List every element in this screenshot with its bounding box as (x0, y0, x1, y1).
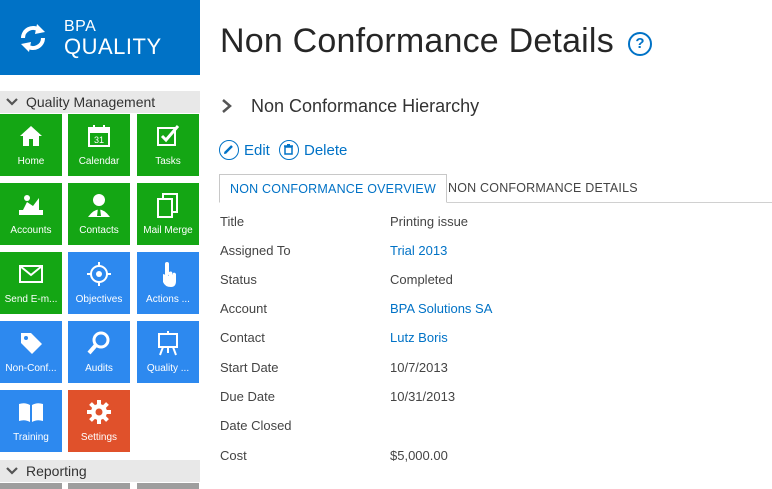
field-row: Date Closed (220, 415, 770, 437)
tile-training[interactable]: Training (0, 390, 62, 452)
tile-label: Tasks (155, 156, 181, 167)
assigned-to-link[interactable]: Trial 2013 (390, 243, 447, 258)
field-label: Due Date (220, 389, 275, 404)
section-quality-management[interactable]: Quality Management (0, 91, 200, 113)
section-label: Reporting (26, 463, 87, 479)
field-label: Start Date (220, 360, 279, 375)
target-icon (87, 262, 111, 286)
tile-settings[interactable]: Settings (68, 390, 130, 452)
tile-report[interactable] (137, 483, 199, 489)
tile-label: Training (13, 432, 49, 443)
refresh-arrows-icon (21, 24, 45, 52)
help-icon[interactable]: ? (628, 32, 652, 56)
tile-label: Actions ... (146, 294, 190, 305)
tile-tasks[interactable]: Tasks (137, 114, 199, 176)
trash-icon (279, 140, 299, 160)
tile-send-email[interactable]: Send E-m... (0, 252, 62, 314)
tile-label: Calendar (78, 156, 120, 167)
tile-label: Quality ... (146, 363, 190, 374)
tile-objectives[interactable]: Objectives (68, 252, 130, 314)
tile-contacts[interactable]: Contacts (68, 183, 130, 245)
tile-audits[interactable]: Audits (68, 321, 130, 383)
home-icon (20, 126, 42, 146)
tasks-icon (157, 125, 180, 146)
book-icon (19, 403, 43, 422)
tile-mail-merge[interactable]: Mail Merge (137, 183, 199, 245)
tile-label: Send E-m... (4, 294, 58, 305)
easel-icon (158, 331, 178, 356)
field-row: Due Date 10/31/2013 (220, 386, 770, 408)
pencil-icon (219, 140, 239, 160)
field-value: $5,000.00 (390, 448, 448, 463)
tile-label: Accounts (10, 225, 52, 236)
tab-overview[interactable]: NON CONFORMANCE OVERVIEW (219, 174, 447, 203)
svg-text:31: 31 (94, 135, 104, 145)
chevron-right-icon (222, 99, 232, 113)
field-label: Cost (220, 448, 247, 463)
envelope-icon (19, 265, 43, 283)
field-row: Start Date 10/7/2013 (220, 357, 770, 379)
tile-actions[interactable]: Actions ... (137, 252, 199, 314)
tile-label: Settings (80, 432, 118, 443)
tile-label: Objectives (75, 294, 123, 305)
tab-details[interactable]: NON CONFORMANCE DETAILS (438, 174, 648, 203)
field-row: Assigned To Trial 2013 (220, 240, 770, 262)
field-label: Date Closed (220, 418, 292, 433)
section-label: Quality Management (26, 94, 156, 110)
accounts-icon (19, 195, 43, 215)
field-label: Account (220, 301, 267, 316)
field-row: Status Completed (220, 269, 770, 291)
gear-icon (87, 400, 111, 424)
tile-home[interactable]: Home (0, 114, 62, 176)
field-row: Account BPA Solutions SA (220, 298, 770, 320)
tile-report[interactable] (0, 483, 62, 489)
contact-link[interactable]: Lutz Boris (390, 330, 448, 345)
tile-label: Contacts (79, 225, 119, 236)
tile-label: Non-Conf... (5, 363, 57, 374)
calendar-icon: 31 (88, 125, 110, 147)
field-value: Printing issue (390, 214, 469, 229)
field-value: 10/7/2013 (390, 360, 448, 375)
field-label: Title (220, 214, 245, 229)
tile-accounts[interactable]: Accounts (0, 183, 62, 245)
tile-report[interactable] (68, 483, 130, 489)
field-row: Cost $5,000.00 (220, 445, 770, 467)
brand-name-line2: QUALITY (64, 34, 162, 59)
pointer-hand-icon (163, 262, 176, 287)
field-label: Status (220, 272, 257, 287)
hierarchy-label: Non Conformance Hierarchy (251, 96, 480, 116)
field-row: Contact Lutz Boris (220, 327, 770, 349)
chevron-down-icon (6, 98, 18, 106)
tile-calendar[interactable]: 31 Calendar (68, 114, 130, 176)
contacts-icon (88, 194, 110, 217)
delete-label: Delete (304, 142, 348, 159)
brand-header[interactable]: BPA QUALITY (0, 0, 200, 75)
field-value: 10/31/2013 (390, 389, 456, 404)
page-title: Non Conformance Details (220, 22, 614, 60)
tile-quality[interactable]: Quality ... (137, 321, 199, 383)
field-row: Title Printing issue (220, 211, 770, 233)
field-label: Assigned To (220, 243, 291, 258)
tile-label: Home (17, 156, 45, 167)
tile-label: Mail Merge (143, 225, 193, 236)
sidebar: BPA QUALITY Quality Management Home 31 C… (0, 0, 200, 489)
account-link[interactable]: BPA Solutions SA (390, 301, 492, 316)
tile-non-conformance[interactable]: Non-Conf... (0, 321, 62, 383)
tag-icon (21, 333, 42, 354)
magnifier-icon (87, 331, 110, 355)
section-reporting[interactable]: Reporting (0, 460, 200, 482)
field-label: Contact (220, 330, 265, 345)
mail-merge-icon (157, 193, 178, 218)
chevron-down-icon (6, 467, 18, 475)
tab-strip: NON CONFORMANCE OVERVIEW NON CONFORMANCE… (219, 174, 772, 204)
tile-label: Audits (85, 363, 113, 374)
edit-label: Edit (244, 142, 270, 159)
field-value: Completed (390, 272, 453, 287)
